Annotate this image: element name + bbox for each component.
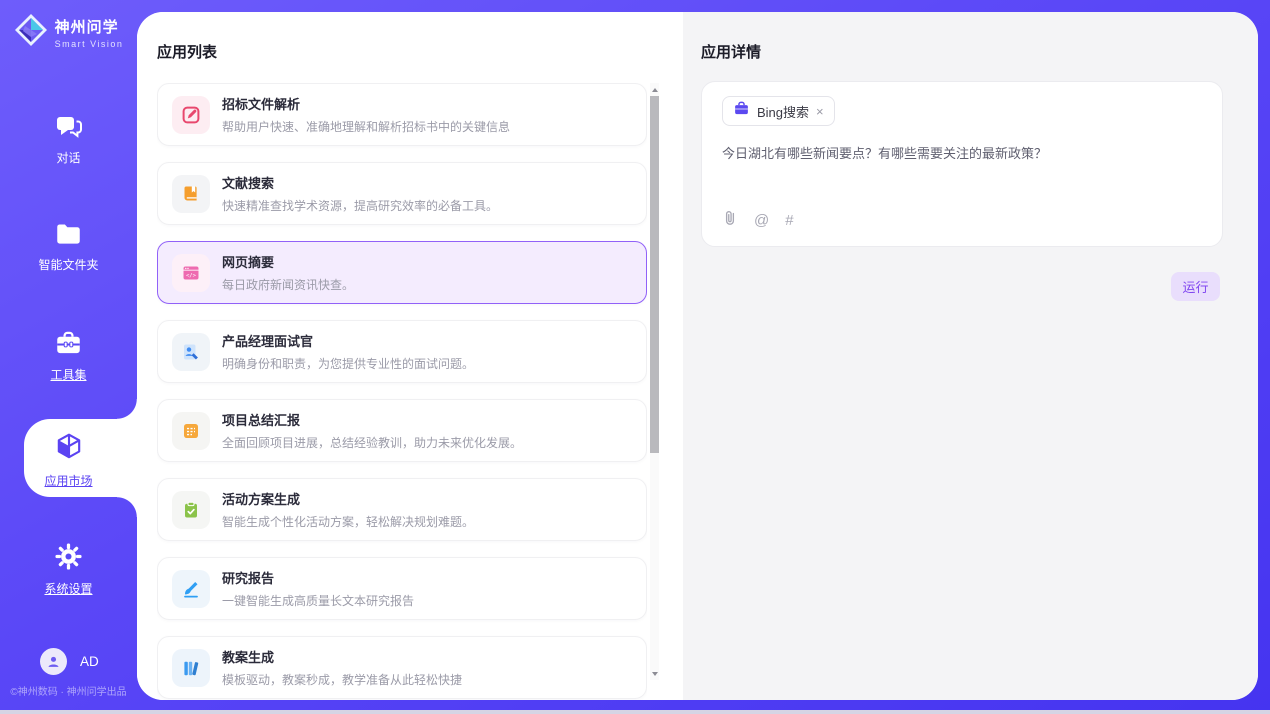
bubble-fillet-top [117, 399, 137, 419]
app-name: 项目总结汇报 [222, 410, 522, 429]
app-desc: 一键智能生成高质量长文本研究报告 [222, 592, 414, 609]
app-name: 产品经理面试官 [222, 331, 474, 350]
book-icon [172, 175, 210, 213]
chat-icon [55, 113, 83, 144]
copyright-text: ©神州数码 · 神州问学出品 [0, 683, 137, 698]
app-detail-title: 应用详情 [701, 41, 761, 62]
sidebar-item-app-market[interactable]: 应用市场 [0, 432, 137, 489]
sidebar-item-label: 对话 [56, 149, 80, 166]
avatar [40, 648, 67, 675]
app-desc: 模板驱动，教案秒成，教学准备从此轻松快捷 [222, 671, 462, 688]
run-button[interactable]: 运行 [1171, 272, 1220, 301]
sidebar-item-toolset[interactable]: 工具集 [0, 331, 137, 383]
prompt-card: Bing搜索 × 今日湖北有哪些新闻要点？有哪些需要关注的最新政策？ @ # [701, 81, 1223, 247]
mention-icon[interactable]: @ [754, 212, 769, 229]
sidebar-item-label: 工具集 [50, 366, 86, 383]
tool-tag-bing-search[interactable]: Bing搜索 × [722, 96, 835, 126]
user-account[interactable]: AD [40, 648, 99, 675]
briefcase-icon [733, 100, 750, 122]
tool-tag-label: Bing搜索 [757, 102, 809, 121]
sidebar-item-label: 系统设置 [44, 580, 92, 597]
app-list-title: 应用列表 [157, 41, 217, 62]
books-icon [172, 649, 210, 687]
main-content: 应用列表 招标文件解析 帮助用户快速、准确地理解和解析招标书中的关键信息 [137, 12, 1258, 700]
paperclip-icon[interactable] [722, 209, 738, 232]
prompt-input[interactable]: 今日湖北有哪些新闻要点？有哪些需要关注的最新政策？ [722, 144, 1202, 164]
app-card-project-summary[interactable]: 项目总结汇报 全面回顾项目进展，总结经验教训，助力未来优化发展。 [157, 399, 647, 462]
interviewer-icon [172, 333, 210, 371]
clipboard-check-icon [172, 491, 210, 529]
app-card-literature-search[interactable]: 文献搜索 快速精准查找学术资源，提高研究效率的必备工具。 [157, 162, 647, 225]
toolbox-icon [55, 331, 82, 361]
app-card-bid-parsing[interactable]: 招标文件解析 帮助用户快速、准确地理解和解析招标书中的关键信息 [157, 83, 647, 146]
app-name: 网页摘要 [222, 252, 354, 271]
screen-bottom-edge [0, 710, 1270, 714]
cube-icon [55, 432, 83, 467]
hashtag-icon[interactable]: # [785, 212, 793, 229]
ink-quill-icon [172, 570, 210, 608]
app-card-research-report[interactable]: 研究报告 一键智能生成高质量长文本研究报告 [157, 557, 647, 620]
app-name: 活动方案生成 [222, 489, 474, 508]
app-desc: 智能生成个性化活动方案，轻松解决规划难题。 [222, 513, 474, 530]
app-name: 教案生成 [222, 647, 462, 666]
brand-logo-icon [14, 13, 48, 52]
app-name: 研究报告 [222, 568, 414, 587]
app-desc: 快速精准查找学术资源，提高研究效率的必备工具。 [222, 197, 498, 214]
attach-toolbar: @ # [722, 209, 794, 232]
browser-code-icon: </> [172, 254, 210, 292]
svg-text:</>: </> [186, 273, 197, 279]
sidebar-item-smart-folder[interactable]: 智能文件夹 [0, 222, 137, 273]
gear-icon [55, 543, 82, 575]
brand: 神州问学 Smart Vision [0, 13, 137, 52]
sidebar-item-label: 应用市场 [44, 472, 92, 489]
app-card-pm-interviewer[interactable]: 产品经理面试官 明确身份和职责，为您提供专业性的面试问题。 [157, 320, 647, 383]
list-scrollbar[interactable] [650, 83, 659, 680]
tool-tag-close-icon[interactable]: × [816, 105, 824, 118]
app-desc: 明确身份和职责，为您提供专业性的面试问题。 [222, 355, 474, 372]
app-desc: 帮助用户快速、准确地理解和解析招标书中的关键信息 [222, 118, 510, 135]
sidebar-item-settings[interactable]: 系统设置 [0, 543, 137, 597]
sidebar-item-chat[interactable]: 对话 [0, 113, 137, 166]
app-card-lesson-plan[interactable]: 教案生成 模板驱动，教案秒成，教学准备从此轻松快捷 [157, 636, 647, 699]
folder-icon [55, 222, 82, 251]
app-desc: 每日政府新闻资讯快查。 [222, 276, 354, 293]
scroll-up-arrow[interactable] [650, 83, 659, 96]
app-name: 招标文件解析 [222, 94, 510, 113]
scroll-down-arrow[interactable] [650, 667, 659, 680]
app-card-list: 招标文件解析 帮助用户快速、准确地理解和解析招标书中的关键信息 文献搜索 快速精… [157, 83, 647, 700]
app-card-event-plan[interactable]: 活动方案生成 智能生成个性化活动方案，轻松解决规划难题。 [157, 478, 647, 541]
brand-name: 神州问学 [55, 16, 124, 37]
app-detail-panel: 应用详情 Bing搜索 × 今日湖北有哪些新闻要点？有哪些需要关注的最新政策？ [683, 12, 1258, 700]
user-name: AD [80, 654, 99, 669]
sidebar: 神州问学 Smart Vision 对话 智能文件夹 [0, 0, 137, 710]
app-desc: 全面回顾项目进展，总结经验教训，助力未来优化发展。 [222, 434, 522, 451]
pen-square-icon [172, 96, 210, 134]
app-name: 文献搜索 [222, 173, 498, 192]
app-list-panel: 应用列表 招标文件解析 帮助用户快速、准确地理解和解析招标书中的关键信息 [137, 12, 683, 700]
scrollbar-thumb[interactable] [650, 96, 659, 453]
bubble-fillet-bottom [117, 497, 137, 517]
app-card-web-summary[interactable]: </> 网页摘要 每日政府新闻资讯快查。 [157, 241, 647, 304]
sidebar-item-label: 智能文件夹 [38, 256, 98, 273]
brand-subtitle: Smart Vision [55, 39, 124, 49]
note-icon [172, 412, 210, 450]
